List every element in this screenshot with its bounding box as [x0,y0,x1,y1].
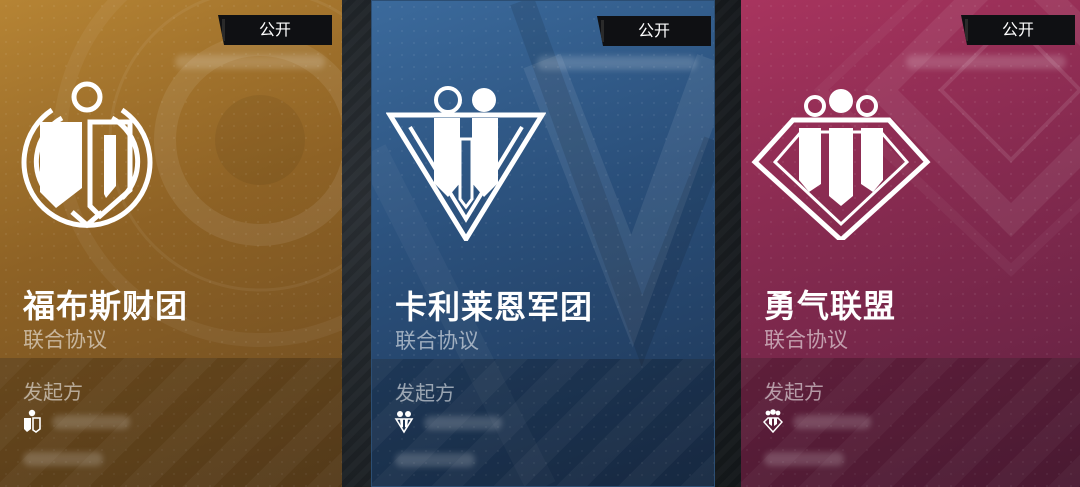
visibility-badge: 公开 [597,16,711,46]
agreement-type: 联合协议 [764,328,848,352]
forbes-mini-emblem-icon [24,409,41,433]
carlyle-legion-emblem-icon [386,86,546,241]
initiator-label: 发起方 [23,380,83,404]
courage-alliance-emblem-icon [751,89,931,240]
courage-mini-emblem-icon [763,409,783,433]
blurred-date [395,453,475,467]
blurred-info [175,55,325,69]
carlyle-mini-emblem-icon [394,411,414,434]
blurred-date [764,452,844,466]
alliance-name: 卡利莱恩军团 [395,288,594,326]
blurred-initiator-name [793,415,871,429]
alliance-card-forbes[interactable]: 公开 福布斯财团 联合协议 发起方 [0,0,342,487]
alliance-name: 勇气联盟 [764,287,897,325]
visibility-badge: 公开 [218,15,332,45]
initiator-label: 发起方 [764,380,824,404]
blurred-date [23,452,103,466]
blurred-info [906,55,1066,69]
agreement-type: 联合协议 [23,328,107,352]
initiator-label: 发起方 [395,381,455,405]
alliance-name: 福布斯财团 [23,287,189,325]
agreement-type: 联合协议 [395,329,479,353]
alliance-card-courage[interactable]: 公开 勇气联盟 联合协议 发起方 [741,0,1080,487]
forbes-consortium-emblem-icon [21,81,153,229]
visibility-badge: 公开 [961,15,1075,45]
blurred-initiator-name [52,415,130,429]
alliance-card-carlyle[interactable]: 公开 卡利莱恩军团 联合协议 发起方 [371,0,715,487]
blurred-initiator-name [424,416,502,430]
blurred-info [537,56,697,70]
